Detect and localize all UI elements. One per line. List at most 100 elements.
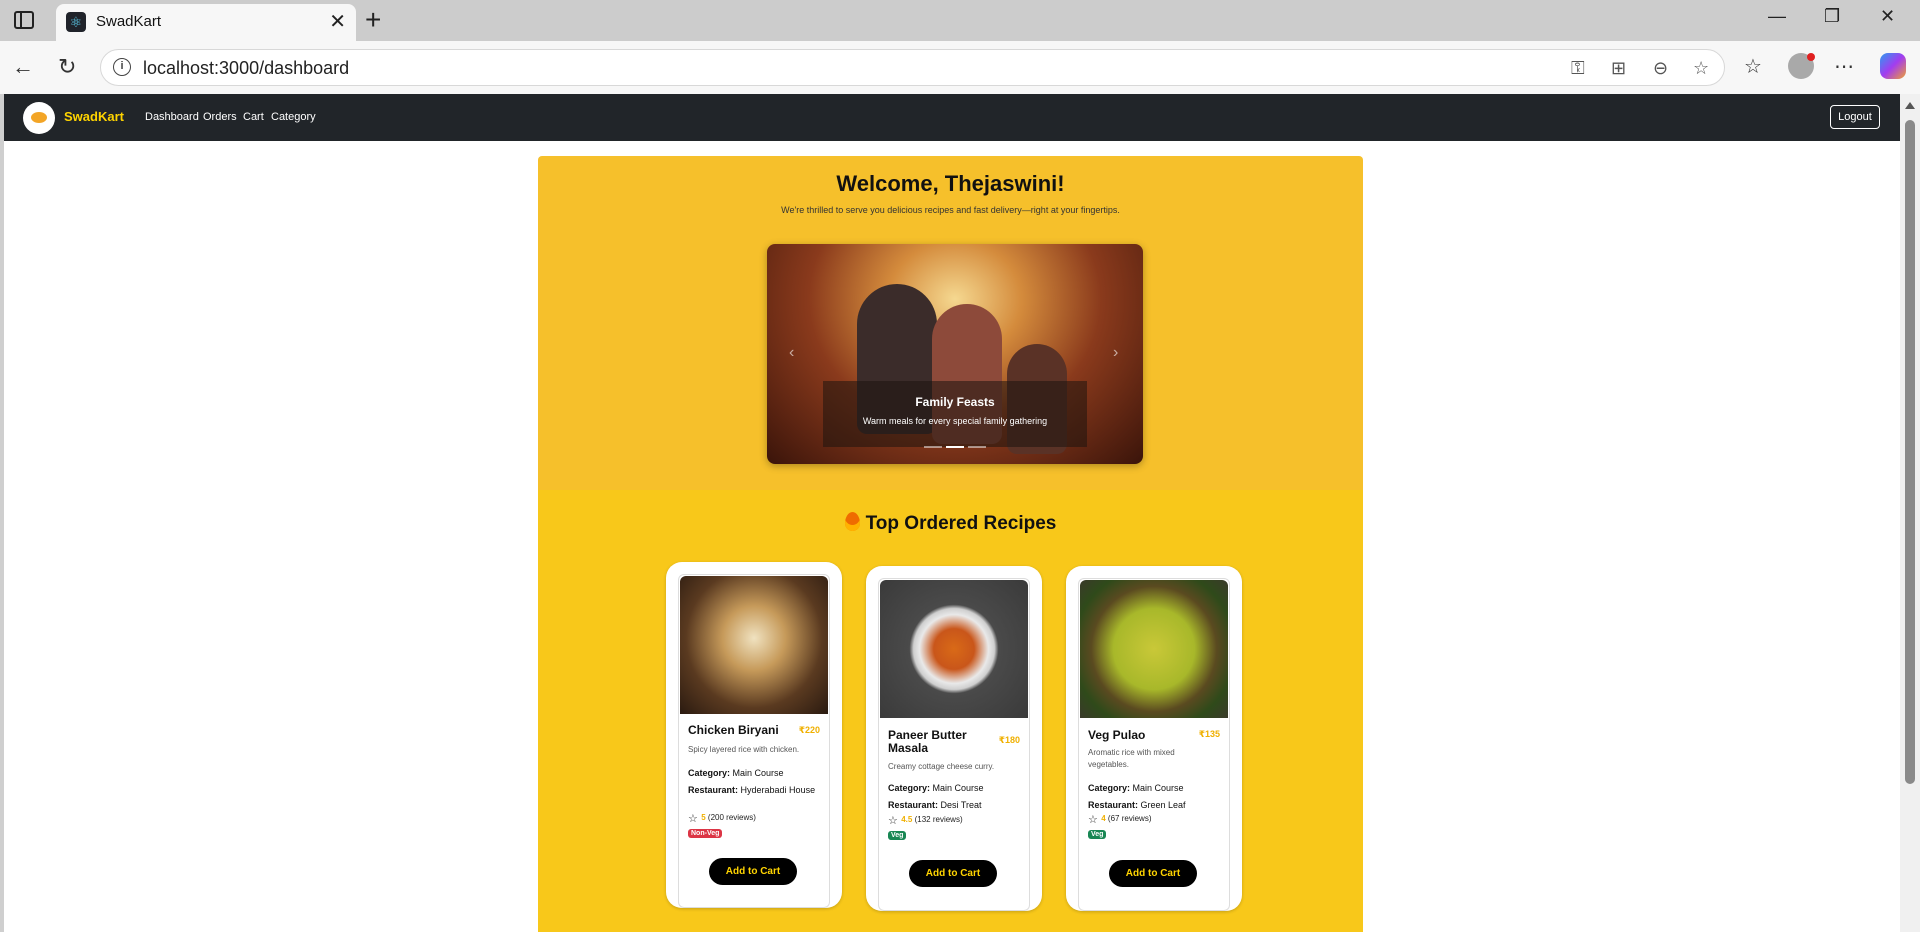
category-label: Category: bbox=[688, 768, 731, 778]
veg-badge: Veg bbox=[1088, 830, 1107, 839]
recipe-image bbox=[880, 580, 1028, 718]
logout-button[interactable]: Logout bbox=[1830, 105, 1880, 129]
recipe-description: Creamy cottage cheese curry. bbox=[888, 762, 995, 771]
dashboard-container: Welcome, Thejaswini! We're thrilled to s… bbox=[538, 156, 1363, 932]
carousel-indicator[interactable] bbox=[968, 446, 986, 448]
restaurant-value: Desi Treat bbox=[940, 800, 982, 810]
site-info-icon[interactable]: i bbox=[113, 58, 131, 76]
top-recipes-section: Top Ordered Recipes Chicken Biryani ₹220… bbox=[538, 490, 1363, 932]
star-icon: ☆ bbox=[1088, 814, 1098, 826]
page-viewport: SwadKart Dashboard Orders Cart Category … bbox=[4, 94, 1900, 932]
copilot-icon[interactable] bbox=[1880, 53, 1906, 79]
password-key-icon[interactable]: ⚿ bbox=[1571, 58, 1585, 79]
carousel-next-icon[interactable]: › bbox=[1113, 344, 1118, 362]
top-recipes-title: Top Ordered Recipes bbox=[538, 512, 1363, 535]
recipe-rating: ☆ 5 (200 reviews) bbox=[688, 813, 756, 825]
add-to-cart-button[interactable]: Add to Cart bbox=[909, 860, 997, 887]
nonveg-badge: Non-Veg bbox=[688, 829, 723, 838]
recipe-restaurant: Restaurant: Green Leaf bbox=[1088, 798, 1222, 812]
favorites-icon[interactable]: ☆ bbox=[1744, 54, 1762, 79]
rating-value: 4.5 bbox=[901, 815, 913, 824]
recipe-name: Chicken Biryani bbox=[688, 723, 779, 737]
add-to-cart-button[interactable]: Add to Cart bbox=[1109, 860, 1197, 887]
review-count: (132 reviews) bbox=[914, 815, 963, 824]
restaurant-value: Hyderabadi House bbox=[740, 785, 816, 795]
recipe-category: Category: Main Course bbox=[888, 781, 1022, 795]
recipe-description: Aromatic rice with mixed vegetables. bbox=[1088, 748, 1175, 769]
tab-close-icon[interactable]: ✕ bbox=[329, 10, 346, 34]
brand-logo[interactable] bbox=[23, 102, 55, 134]
restaurant-label: Restaurant: bbox=[888, 800, 939, 810]
nav-orders[interactable]: Orders bbox=[203, 111, 237, 123]
recipe-category: Category: Main Course bbox=[688, 766, 822, 780]
category-label: Category: bbox=[1088, 783, 1131, 793]
carousel-caption: Family Feasts Warm meals for every speci… bbox=[823, 381, 1087, 447]
recipe-card-body: Chicken Biryani ₹220 Spicy layered rice … bbox=[678, 574, 830, 908]
recipe-card: Veg Pulao ₹135 Aromatic rice with mixed … bbox=[1066, 566, 1242, 911]
new-tab-icon[interactable]: + bbox=[365, 4, 381, 36]
brand-name[interactable]: SwadKart bbox=[64, 109, 124, 124]
back-icon[interactable]: ← bbox=[12, 54, 34, 80]
category-value: Main Course bbox=[932, 783, 984, 793]
recipe-category: Category: Main Course bbox=[1088, 781, 1222, 795]
minimize-icon[interactable]: — bbox=[1768, 6, 1786, 27]
recipe-description: Spicy layered rice with chicken. bbox=[688, 745, 800, 754]
veg-badge: Veg bbox=[888, 831, 907, 840]
carousel-indicator-active[interactable] bbox=[946, 446, 964, 448]
rating-value: 4 bbox=[1101, 814, 1106, 823]
star-icon: ☆ bbox=[888, 815, 898, 827]
category-value: Main Course bbox=[1132, 783, 1184, 793]
recipe-price: ₹220 bbox=[798, 725, 820, 735]
carousel-indicator[interactable] bbox=[924, 446, 942, 448]
carousel-prev-icon[interactable]: ‹ bbox=[789, 344, 794, 362]
recipe-name: Paneer Butter Masala bbox=[888, 728, 967, 755]
welcome-title: Welcome, Thejaswini! bbox=[836, 171, 1065, 196]
profile-notification-dot bbox=[1807, 53, 1815, 61]
recipe-price: ₹135 bbox=[1198, 729, 1220, 739]
more-menu-icon[interactable]: ⋯ bbox=[1834, 54, 1854, 79]
scroll-thumb[interactable] bbox=[1905, 120, 1915, 784]
carousel-caption-title: Family Feasts bbox=[915, 395, 995, 409]
recipe-image bbox=[680, 576, 828, 714]
recipe-card: Chicken Biryani ₹220 Spicy layered rice … bbox=[666, 562, 842, 908]
hero-carousel[interactable]: ‹ › Family Feasts Warm meals for every s… bbox=[767, 244, 1143, 464]
star-icon: ☆ bbox=[688, 813, 698, 825]
recipe-name: Veg Pulao bbox=[1088, 728, 1146, 742]
browser-tab[interactable]: ⚛ SwadKart ✕ bbox=[56, 4, 356, 41]
carousel-caption-text: Warm meals for every special family gath… bbox=[862, 416, 1048, 426]
refresh-icon[interactable]: ↻ bbox=[58, 54, 76, 80]
restaurant-label: Restaurant: bbox=[688, 785, 739, 795]
apps-icon[interactable]: ⊞ bbox=[1611, 58, 1626, 79]
url-text[interactable]: localhost:3000/dashboard bbox=[143, 58, 349, 79]
app-navbar: SwadKart Dashboard Orders Cart Category … bbox=[4, 94, 1900, 141]
recipe-rating: ☆ 4 (67 reviews) bbox=[1088, 814, 1152, 826]
restaurant-value: Green Leaf bbox=[1140, 800, 1186, 810]
sidebar-toggle-icon[interactable] bbox=[14, 11, 34, 29]
top-recipes-title-text: Top Ordered Recipes bbox=[865, 513, 1057, 534]
url-field[interactable]: i localhost:3000/dashboard ⚿ ⊞ ⊖ ☆ bbox=[100, 49, 1725, 86]
restore-icon[interactable]: ❐ bbox=[1824, 6, 1840, 27]
welcome-subtitle: We're thrilled to serve you delicious re… bbox=[781, 205, 1120, 215]
zoom-icon[interactable]: ⊖ bbox=[1653, 58, 1668, 79]
address-bar-row: ← ↻ i localhost:3000/dashboard ⚿ ⊞ ⊖ ☆ ☆… bbox=[0, 41, 1920, 94]
recipe-restaurant: Restaurant: Hyderabadi House bbox=[688, 783, 822, 797]
nav-category[interactable]: Category bbox=[271, 111, 316, 123]
tab-title: SwadKart bbox=[96, 13, 162, 30]
scroll-up-icon[interactable] bbox=[1905, 102, 1915, 109]
page-scrollbar[interactable] bbox=[1900, 94, 1920, 932]
add-to-cart-button[interactable]: Add to Cart bbox=[709, 858, 797, 885]
nav-cart[interactable]: Cart bbox=[243, 111, 264, 123]
fire-icon bbox=[844, 512, 860, 531]
recipe-restaurant: Restaurant: Desi Treat bbox=[888, 798, 1022, 812]
close-window-icon[interactable]: ✕ bbox=[1880, 6, 1895, 27]
review-count: (200 reviews) bbox=[707, 813, 756, 822]
category-label: Category: bbox=[888, 783, 931, 793]
nav-dashboard[interactable]: Dashboard bbox=[145, 111, 199, 123]
favorite-star-icon[interactable]: ☆ bbox=[1693, 58, 1709, 79]
recipe-price: ₹180 bbox=[998, 735, 1020, 745]
browser-tab-bar: ⚛ SwadKart ✕ + — ❐ ✕ bbox=[0, 0, 1920, 41]
react-favicon-icon: ⚛ bbox=[66, 12, 86, 32]
recipe-card: Paneer Butter Masala ₹180 Creamy cottage… bbox=[866, 566, 1042, 911]
rating-value: 5 bbox=[701, 813, 706, 822]
recipe-card-body: Paneer Butter Masala ₹180 Creamy cottage… bbox=[878, 578, 1030, 911]
